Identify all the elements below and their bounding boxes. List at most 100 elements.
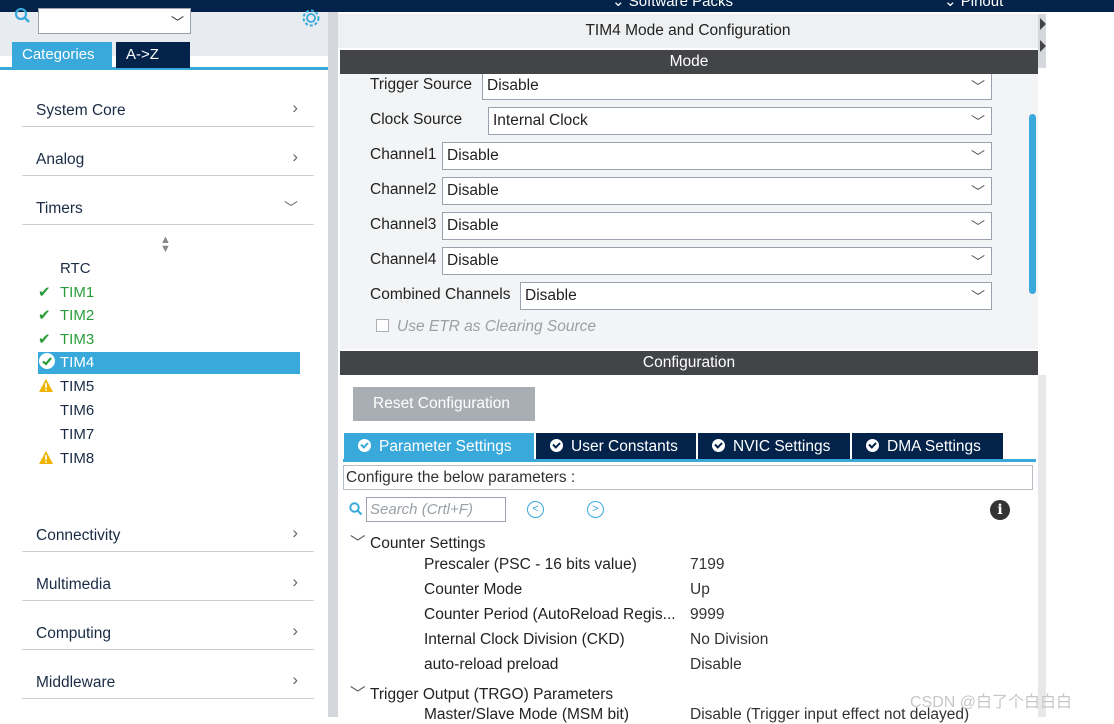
chevron-down-icon: ﹀ <box>971 79 985 95</box>
timer-item-tim7[interactable]: TIM7 <box>38 424 300 446</box>
parameter-search-input[interactable]: Search (Crtl+F) <box>366 497 506 522</box>
category-label: Computing <box>36 625 111 642</box>
chevron-down-icon: ﹀ <box>350 686 366 703</box>
field-channel4: Channel4 Disable ﹀ <box>370 247 992 275</box>
clock-source-select[interactable]: Internal Clock ﹀ <box>488 107 992 135</box>
panel-splitter[interactable] <box>328 12 338 717</box>
chevron-down-icon: ﹀ <box>971 289 985 305</box>
category-label: Multimedia <box>36 576 111 593</box>
category-label: Timers <box>36 200 83 217</box>
chevron-right-icon: › <box>292 670 298 689</box>
chevron-down-icon: ﹀ <box>284 200 298 216</box>
timer-item-tim5[interactable]: TIM5 <box>38 376 300 398</box>
watermark: CSDN @白了个白白白 <box>910 694 1073 711</box>
gear-icon[interactable] <box>300 7 322 29</box>
param-name: Counter Period (AutoReload Regis... <box>424 606 676 623</box>
param-value[interactable]: Up <box>690 581 710 599</box>
sort-icon[interactable]: ▲ ▼ <box>160 235 171 255</box>
channel2-select[interactable]: Disable ﹀ <box>442 177 992 205</box>
tab-categories[interactable]: Categories <box>12 42 112 68</box>
check-circle-icon <box>712 439 725 452</box>
tab-nvic-settings[interactable]: NVIC Settings <box>698 433 850 460</box>
timer-item-tim6[interactable]: TIM6 <box>38 400 300 422</box>
search-icon[interactable] <box>14 7 32 27</box>
category-label: System Core <box>36 102 126 119</box>
info-icon[interactable]: i <box>990 500 1010 520</box>
category-middleware[interactable]: Middleware › <box>22 667 314 699</box>
category-timers[interactable]: Timers ﹀ <box>22 193 314 225</box>
param-name: Counter Mode <box>424 581 523 598</box>
field-label: Channel4 <box>370 251 437 268</box>
channel4-select[interactable]: Disable ﹀ <box>442 247 992 275</box>
timer-item-tim4[interactable]: TIM4 <box>38 352 300 374</box>
category-tabs: Categories A->Z <box>0 42 330 70</box>
check-icon: ✔ <box>38 284 51 301</box>
software-packs-tab[interactable]: ⌄ Software Packs <box>612 0 733 10</box>
next-match-icon[interactable]: > <box>587 501 604 518</box>
chevron-down-icon: ﹀ <box>971 254 985 270</box>
param-name: auto-reload preload <box>424 656 559 673</box>
group-trigger-output[interactable]: ﹀ Trigger Output (TRGO) Parameters <box>350 682 613 704</box>
category-analog[interactable]: Analog › <box>22 144 314 176</box>
field-channel3: Channel3 Disable ﹀ <box>370 212 992 240</box>
panel-title: TIM4 Mode and Configuration <box>338 14 1038 48</box>
sidebar-search-combo[interactable]: ﹀ <box>38 8 191 34</box>
tab-dma-settings[interactable]: DMA Settings <box>852 433 1003 460</box>
previous-match-icon[interactable]: < <box>527 501 544 518</box>
chevron-down-icon: ﹀ <box>170 15 184 30</box>
field-label: Channel2 <box>370 181 437 198</box>
right-margin <box>1046 12 1114 717</box>
tab-a-z[interactable]: A->Z <box>116 42 190 68</box>
category-system-core[interactable]: System Core › <box>22 95 314 127</box>
field-label: Trigger Source <box>370 76 472 93</box>
chevron-down-icon: ﹀ <box>971 219 985 235</box>
category-label: Middleware <box>36 674 116 691</box>
check-circle-icon <box>38 352 60 374</box>
field-clock-source: Clock Source Internal Clock ﹀ <box>370 107 992 135</box>
channel1-select[interactable]: Disable ﹀ <box>442 142 992 170</box>
mode-section: Trigger Source Disable ﹀ Clock Source Int… <box>340 74 1038 349</box>
scrollbar-thumb[interactable] <box>1029 114 1036 294</box>
search-icon <box>349 502 363 516</box>
configuration-scrollbar[interactable] <box>1038 375 1046 717</box>
param-value[interactable]: Disable <box>690 656 742 674</box>
timer-item-tim3[interactable]: ✔ TIM3 <box>38 329 300 351</box>
etr-clearing-checkbox[interactable]: Use ETR as Clearing Source <box>376 318 596 336</box>
chevron-right-icon: › <box>292 98 298 117</box>
checkbox-icon <box>376 319 389 332</box>
timer-item-rtc[interactable]: RTC <box>38 258 300 280</box>
param-value[interactable]: 9999 <box>690 606 724 624</box>
chevron-right-icon: › <box>292 147 298 166</box>
pinout-tab[interactable]: ⌄ Pinout <box>944 0 1003 10</box>
mode-section-header: Mode <box>340 50 1038 74</box>
param-value[interactable]: 7199 <box>690 556 724 574</box>
tab-user-constants[interactable]: User Constants <box>536 433 696 460</box>
category-label: Connectivity <box>36 527 121 544</box>
combined-channels-select[interactable]: Disable ﹀ <box>520 282 992 310</box>
check-icon: ✔ <box>38 307 51 324</box>
mode-scrollbar[interactable] <box>1026 80 1038 348</box>
chevron-right-icon: › <box>292 572 298 591</box>
timer-item-tim2[interactable]: ✔ TIM2 <box>38 305 300 327</box>
chevron-right-icon: › <box>292 523 298 542</box>
field-label: Clock Source <box>370 111 463 128</box>
warning-icon <box>38 376 60 398</box>
tab-underline <box>343 459 1036 462</box>
reset-configuration-button[interactable]: Reset Configuration <box>353 387 535 421</box>
chevron-down-icon: ﹀ <box>971 114 985 130</box>
param-value[interactable]: No Division <box>690 631 768 649</box>
field-label: Channel3 <box>370 216 437 233</box>
category-multimedia[interactable]: Multimedia › <box>22 569 314 601</box>
category-label: Analog <box>36 151 85 168</box>
field-label: Combined Channels <box>370 286 511 303</box>
tab-parameter-settings[interactable]: Parameter Settings <box>344 433 534 460</box>
group-counter-settings[interactable]: ﹀ Counter Settings <box>350 531 485 553</box>
timer-item-tim8[interactable]: TIM8 <box>38 448 300 470</box>
warning-icon <box>38 448 60 470</box>
param-name: Prescaler (PSC - 16 bits value) <box>424 556 637 573</box>
channel3-select[interactable]: Disable ﹀ <box>442 212 992 240</box>
category-connectivity[interactable]: Connectivity › <box>22 520 314 552</box>
timer-item-tim1[interactable]: ✔ TIM1 <box>38 282 300 304</box>
category-computing[interactable]: Computing › <box>22 618 314 650</box>
trigger-source-select[interactable]: Disable ﹀ <box>482 74 992 100</box>
